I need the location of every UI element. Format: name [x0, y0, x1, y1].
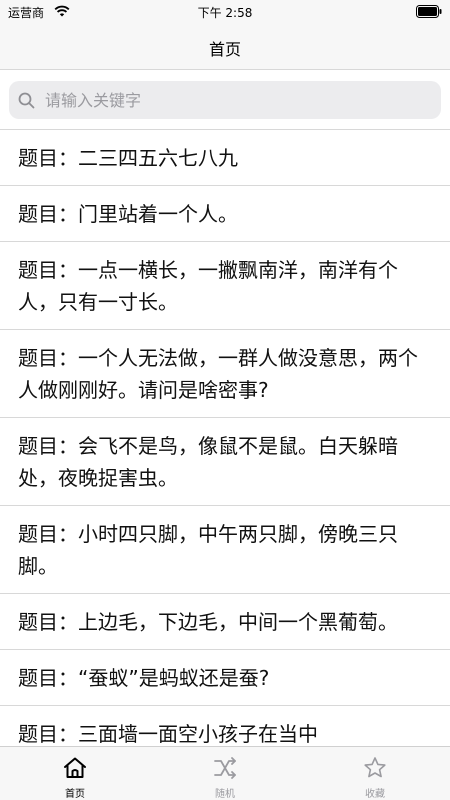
list-item-label: 题目：一点一横长，一撇飘南洋，南洋有个人，只有一寸长。	[18, 258, 398, 314]
navigation-bar: 首页	[0, 24, 450, 70]
status-time: 下午 2:58	[197, 6, 253, 20]
list-item[interactable]: 题目：“蚕蚁”是蚂蚁还是蚕?	[0, 650, 450, 706]
list-item[interactable]: 题目：三面墙一面空小孩子在当中	[0, 706, 450, 746]
shuffle-icon	[214, 757, 236, 779]
list-item[interactable]: 题目：上边毛，下边毛，中间一个黑葡萄。	[0, 594, 450, 650]
list-item[interactable]: 题目：一个人无法做，一群人做没意思，两个人做刚刚好。请问是啥密事?	[0, 330, 450, 418]
tab-bar: 首页 随机 收藏	[0, 746, 450, 800]
status-bar: 运营商 下午 2:58	[0, 0, 450, 24]
list-item[interactable]: 题目：小时四只脚，中午两只脚，傍晚三只脚。	[0, 506, 450, 594]
tab-favorites[interactable]: 收藏	[300, 747, 450, 800]
list-item-label: 题目：二三四五六七八九	[18, 146, 238, 170]
battery-icon	[416, 5, 442, 18]
page-title: 首页	[208, 40, 241, 59]
tab-random-label: 随机	[215, 789, 235, 800]
tab-favorites-label: 收藏	[365, 789, 385, 800]
riddle-list: 题目：二三四五六七八九 题目：门里站着一个人。 题目：一点一横长，一撇飘南洋，南…	[0, 129, 450, 746]
search-icon	[18, 92, 35, 109]
list-item-label: 题目：上边毛，下边毛，中间一个黑葡萄。	[18, 610, 398, 634]
list-item[interactable]: 题目：二三四五六七八九	[0, 130, 450, 186]
search-box[interactable]	[9, 81, 441, 119]
list-item[interactable]: 题目：一点一横长，一撇飘南洋，南洋有个人，只有一寸长。	[0, 242, 450, 330]
list-item-label: 题目：小时四只脚，中午两只脚，傍晚三只脚。	[18, 522, 398, 578]
tab-home-label: 首页	[65, 789, 85, 800]
list-item-label: 题目：三面墙一面空小孩子在当中	[18, 722, 318, 746]
tab-random[interactable]: 随机	[150, 747, 300, 800]
list-item[interactable]: 题目：会飞不是鸟，像鼠不是鼠。白天躲暗处，夜晚捉害虫。	[0, 418, 450, 506]
list-item-label: 题目：“蚕蚁”是蚂蚁还是蚕?	[18, 666, 270, 690]
search-bar	[0, 71, 450, 129]
list-item-label: 题目：门里站着一个人。	[18, 202, 238, 226]
home-icon	[64, 757, 86, 778]
list-item-label: 题目：一个人无法做，一群人做没意思，两个人做刚刚好。请问是啥密事?	[18, 346, 418, 402]
search-input[interactable]	[45, 81, 425, 119]
list-item[interactable]: 题目：门里站着一个人。	[0, 186, 450, 242]
star-icon	[364, 757, 386, 778]
list-item-label: 题目：会飞不是鸟，像鼠不是鼠。白天躲暗处，夜晚捉害虫。	[18, 434, 398, 490]
tab-home[interactable]: 首页	[0, 747, 150, 800]
